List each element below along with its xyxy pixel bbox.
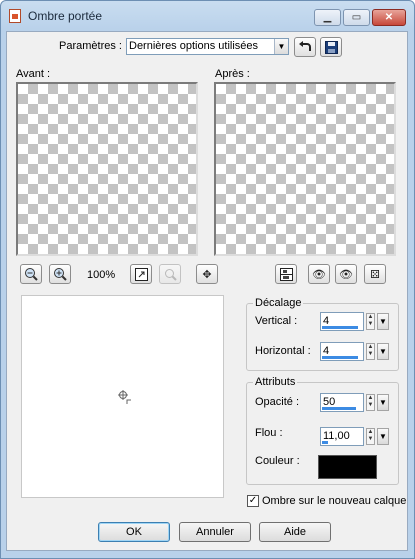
cancel-button[interactable]: Annuler — [179, 522, 251, 542]
color-swatch[interactable] — [318, 455, 377, 479]
offset-navigator[interactable] — [21, 295, 224, 498]
fit-to-window-button[interactable] — [130, 264, 152, 284]
move-arrows-icon: ✥ — [202, 268, 212, 281]
chevron-down-icon: ▼ — [379, 398, 387, 407]
up-arrow-icon[interactable]: ▲ — [368, 344, 374, 350]
close-icon: ✕ — [384, 12, 394, 23]
minimize-button[interactable]: ▁ — [314, 9, 341, 26]
presets-label: Paramètres : — [59, 40, 122, 52]
blur-slider-bar[interactable] — [322, 441, 328, 444]
eye-hand-icon: 👁 — [312, 268, 326, 281]
opacity-label: Opacité : — [255, 396, 300, 408]
opacity-stepper[interactable]: ▲ ▼ — [366, 394, 375, 411]
zoom-in-icon — [54, 268, 67, 281]
new-layer-checkbox[interactable]: ✓ — [247, 495, 259, 507]
fit-window-icon — [134, 267, 148, 281]
preview-split-button[interactable] — [275, 264, 297, 284]
dice-icon: ⚄ — [370, 268, 380, 281]
vertical-spinbox[interactable]: 4 ▲ ▼ ▼ — [320, 312, 390, 331]
minimize-icon: ▁ — [323, 12, 332, 23]
reset-button[interactable] — [294, 37, 316, 57]
opacity-dropdown-arrow[interactable]: ▼ — [377, 394, 389, 411]
up-arrow-icon[interactable]: ▲ — [368, 314, 374, 320]
vertical-label: Vertical : — [255, 315, 298, 327]
crosshair-icon — [118, 390, 131, 404]
before-preview — [16, 82, 198, 256]
split-view-icon — [279, 267, 293, 281]
save-preset-button[interactable] — [320, 37, 342, 57]
horizontal-label: Horizontal : — [255, 345, 311, 357]
color-label: Couleur : — [255, 455, 300, 467]
app-icon — [9, 9, 21, 23]
cancel-button-label: Annuler — [196, 526, 234, 538]
horizontal-stepper[interactable]: ▲ ▼ — [366, 343, 375, 360]
vertical-dropdown-arrow[interactable]: ▼ — [377, 313, 389, 330]
title-bar[interactable]: Ombre portée ▁ ▭ ✕ — [1, 1, 414, 31]
undo-arrow-icon — [299, 41, 311, 51]
horizontal-spinbox[interactable]: 4 ▲ ▼ ▼ — [320, 342, 390, 361]
zoom-in-button[interactable] — [49, 264, 71, 284]
attributes-group-title: Attributs — [253, 376, 298, 388]
opacity-input[interactable]: 50 — [320, 393, 364, 412]
chevron-down-icon: ▼ — [379, 347, 387, 356]
down-arrow-icon[interactable]: ▼ — [368, 436, 374, 442]
up-arrow-icon[interactable]: ▲ — [368, 429, 374, 435]
maximize-button[interactable]: ▭ — [343, 9, 370, 26]
horizontal-dropdown-arrow[interactable]: ▼ — [377, 343, 389, 360]
vertical-input[interactable]: 4 — [320, 312, 364, 331]
horizontal-input[interactable]: 4 — [320, 342, 364, 361]
blur-dropdown-arrow[interactable]: ▼ — [377, 428, 389, 445]
zoom-level: 100% — [87, 269, 116, 281]
blur-label: Flou : — [255, 427, 283, 439]
down-arrow-icon[interactable]: ▼ — [368, 402, 374, 408]
zoom-out-icon — [25, 268, 38, 281]
window-title: Ombre portée — [28, 9, 103, 23]
dialog-window: Ombre portée ▁ ▭ ✕ Paramètres : Dernière… — [0, 0, 415, 559]
help-button[interactable]: Aide — [259, 522, 331, 542]
opacity-spinbox[interactable]: 50 ▲ ▼ ▼ — [320, 393, 390, 412]
before-label: Avant : — [16, 68, 51, 80]
help-button-label: Aide — [283, 526, 307, 538]
down-arrow-icon[interactable]: ▼ — [368, 321, 374, 327]
blur-input[interactable]: 11,00 — [320, 427, 364, 446]
chevron-down-icon: ▼ — [379, 432, 387, 441]
close-button[interactable]: ✕ — [372, 9, 406, 26]
pan-button[interactable]: ✥ — [196, 264, 218, 284]
proof-button[interactable]: 👁 — [335, 264, 357, 284]
randomize-button[interactable]: ⚄ — [364, 264, 386, 284]
ok-button[interactable]: OK — [98, 522, 170, 542]
down-arrow-icon[interactable]: ▼ — [368, 351, 374, 357]
floppy-disk-icon — [324, 40, 338, 54]
presets-value: Dernières options utilisées — [129, 40, 259, 52]
magnifier-icon — [164, 268, 177, 281]
maximize-icon: ▭ — [351, 12, 362, 23]
blur-spinbox[interactable]: 11,00 ▲ ▼ ▼ — [320, 427, 390, 446]
horizontal-slider-bar[interactable] — [322, 356, 358, 359]
zoom-out-button[interactable] — [20, 264, 42, 284]
ok-button-label: OK — [126, 526, 142, 538]
after-preview — [214, 82, 396, 256]
up-arrow-icon[interactable]: ▲ — [368, 395, 374, 401]
new-layer-label: Ombre sur le nouveau calque — [262, 495, 407, 507]
offset-group-title: Décalage — [253, 297, 304, 309]
zoom-actual-button[interactable] — [159, 264, 181, 284]
eye-icon: 👁 — [339, 268, 353, 281]
vertical-stepper[interactable]: ▲ ▼ — [366, 313, 375, 330]
blur-stepper[interactable]: ▲ ▼ — [366, 428, 375, 445]
dialog-client-area: Paramètres : Dernières options utilisées… — [6, 31, 408, 551]
chevron-down-icon[interactable]: ▼ — [274, 39, 288, 54]
vertical-slider-bar[interactable] — [322, 326, 358, 329]
after-label: Après : — [215, 68, 250, 80]
opacity-slider-bar[interactable] — [322, 407, 356, 410]
auto-preview-button[interactable]: 👁 — [308, 264, 330, 284]
presets-dropdown[interactable]: Dernières options utilisées ▼ — [126, 38, 289, 55]
chevron-down-icon: ▼ — [379, 317, 387, 326]
